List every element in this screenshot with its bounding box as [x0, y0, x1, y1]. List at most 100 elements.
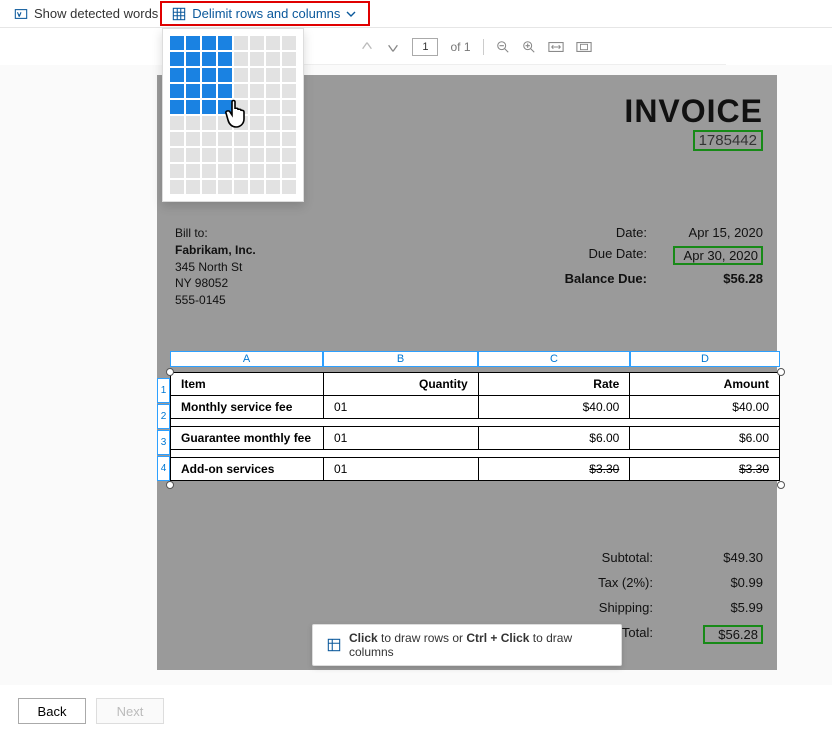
col-letter[interactable]: B — [323, 351, 478, 367]
grid-cell[interactable] — [250, 36, 264, 50]
grid-cell[interactable] — [282, 68, 296, 82]
grid-cell[interactable] — [250, 164, 264, 178]
grid-cell[interactable] — [282, 100, 296, 114]
grid-cell[interactable] — [282, 132, 296, 146]
grid-cell[interactable] — [266, 68, 280, 82]
zoom-out-icon[interactable] — [496, 40, 510, 54]
arrow-down-icon[interactable] — [386, 40, 400, 54]
grid-cell[interactable] — [202, 164, 216, 178]
grid-cell[interactable] — [266, 36, 280, 50]
grid-cell[interactable] — [202, 148, 216, 162]
grid-cell[interactable] — [250, 180, 264, 194]
grid-cell[interactable] — [282, 116, 296, 130]
grid-cell[interactable] — [186, 52, 200, 66]
grid-cell[interactable] — [234, 84, 248, 98]
grid-cell[interactable] — [186, 132, 200, 146]
grid-cell[interactable] — [202, 68, 216, 82]
grid-cell[interactable] — [170, 180, 184, 194]
grid-cell[interactable] — [234, 68, 248, 82]
delimit-rows-columns-button[interactable]: Delimit rows and columns — [172, 6, 356, 21]
arrow-up-icon[interactable] — [360, 40, 374, 54]
grid-cell[interactable] — [282, 164, 296, 178]
fit-page-icon[interactable] — [576, 41, 592, 53]
grid-cell[interactable] — [186, 68, 200, 82]
grid-cell[interactable] — [266, 100, 280, 114]
selection-handle[interactable] — [777, 481, 785, 489]
grid-cell[interactable] — [170, 68, 184, 82]
grid-cell[interactable] — [266, 148, 280, 162]
grid-cell[interactable] — [250, 52, 264, 66]
grid-cell[interactable] — [282, 148, 296, 162]
grid-cell[interactable] — [218, 148, 232, 162]
grid-cell[interactable] — [170, 36, 184, 50]
grid-cell[interactable] — [234, 132, 248, 146]
grid-cell[interactable] — [202, 116, 216, 130]
grid-cell[interactable] — [266, 180, 280, 194]
show-detected-words-button[interactable]: Show detected words — [14, 6, 158, 21]
grid-cell[interactable] — [218, 100, 232, 114]
grid-cell[interactable] — [234, 180, 248, 194]
grid-cell[interactable] — [234, 36, 248, 50]
grid-cell[interactable] — [170, 164, 184, 178]
grid-cell[interactable] — [234, 116, 248, 130]
grid-cell[interactable] — [282, 180, 296, 194]
grid-cell[interactable] — [186, 164, 200, 178]
grid-cell[interactable] — [218, 36, 232, 50]
grid-cell[interactable] — [250, 116, 264, 130]
grid-cell[interactable] — [202, 36, 216, 50]
grid-cell[interactable] — [266, 164, 280, 178]
grid-cell[interactable] — [234, 100, 248, 114]
grid-cell[interactable] — [202, 132, 216, 146]
col-letter[interactable]: C — [478, 351, 630, 367]
grid-cell[interactable] — [250, 68, 264, 82]
grid-cell[interactable] — [170, 116, 184, 130]
grid-cell[interactable] — [266, 84, 280, 98]
grid-cell[interactable] — [170, 148, 184, 162]
grid-cell[interactable] — [250, 100, 264, 114]
grid-cell[interactable] — [186, 148, 200, 162]
grid-cell[interactable] — [170, 84, 184, 98]
grid-cell[interactable] — [218, 52, 232, 66]
grid-cell[interactable] — [282, 52, 296, 66]
document-canvas[interactable]: INVOICE 1785442 Bill to: Fabrikam, Inc. … — [0, 65, 832, 685]
grid-cell[interactable] — [234, 164, 248, 178]
grid-cell[interactable] — [218, 164, 232, 178]
grid-cell[interactable] — [282, 36, 296, 50]
row-num[interactable]: 2 — [157, 404, 170, 429]
grid-cell[interactable] — [234, 52, 248, 66]
grid-cell[interactable] — [170, 132, 184, 146]
back-button[interactable]: Back — [18, 698, 86, 724]
grid-cell[interactable] — [218, 116, 232, 130]
grid-cell[interactable] — [250, 84, 264, 98]
selection-handle[interactable] — [777, 368, 785, 376]
row-num[interactable]: 4 — [157, 456, 170, 481]
grid-cell[interactable] — [266, 116, 280, 130]
grid-cell[interactable] — [282, 84, 296, 98]
row-num[interactable]: 1 — [157, 378, 170, 403]
grid-cell[interactable] — [218, 84, 232, 98]
grid-cell[interactable] — [186, 36, 200, 50]
selection-handle[interactable] — [166, 368, 174, 376]
grid-cell[interactable] — [170, 100, 184, 114]
grid-cell[interactable] — [266, 52, 280, 66]
selection-handle[interactable] — [166, 481, 174, 489]
fit-width-icon[interactable] — [548, 41, 564, 53]
grid-cell[interactable] — [266, 132, 280, 146]
row-num[interactable]: 3 — [157, 430, 170, 455]
grid-cell[interactable] — [218, 68, 232, 82]
zoom-in-icon[interactable] — [522, 40, 536, 54]
grid-picker[interactable] — [170, 36, 296, 194]
grid-cell[interactable] — [202, 180, 216, 194]
grid-cell[interactable] — [170, 52, 184, 66]
grid-cell[interactable] — [218, 132, 232, 146]
grid-size-popover[interactable] — [162, 28, 304, 202]
grid-cell[interactable] — [202, 100, 216, 114]
grid-cell[interactable] — [186, 100, 200, 114]
grid-cell[interactable] — [202, 52, 216, 66]
grid-cell[interactable] — [250, 132, 264, 146]
grid-cell[interactable] — [186, 116, 200, 130]
col-letter[interactable]: D — [630, 351, 780, 367]
grid-cell[interactable] — [250, 148, 264, 162]
line-items-table[interactable]: Item Quantity Rate Amount Monthly servic… — [170, 372, 780, 481]
grid-cell[interactable] — [186, 84, 200, 98]
